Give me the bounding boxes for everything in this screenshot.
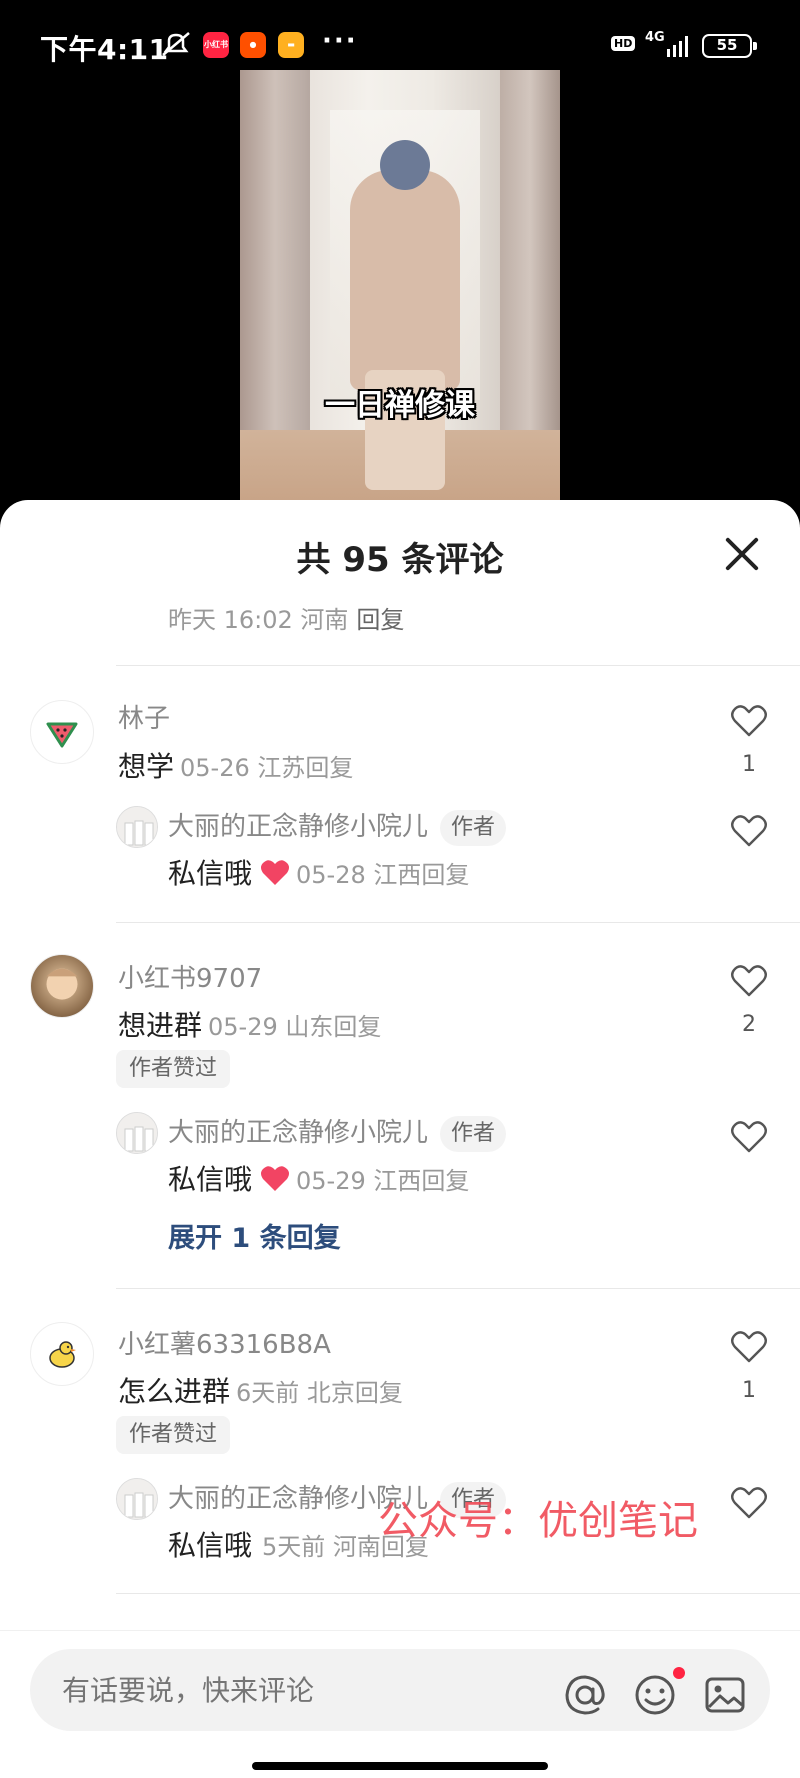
reply-button[interactable]: 回复 xyxy=(421,1167,469,1195)
comment-body: 怎么进群 6天前 北京回复 xyxy=(118,1370,403,1410)
reply-author-name[interactable]: 大丽的正念静修小院儿 xyxy=(168,812,428,842)
red-heart-emoji-icon xyxy=(261,860,290,885)
reply-text: 私信哦 xyxy=(168,1529,253,1562)
reply-button[interactable]: 回复 xyxy=(356,606,404,634)
heart-icon[interactable] xyxy=(730,1330,768,1364)
signal-icon xyxy=(667,36,688,57)
reply-meta: 05-29 江西 xyxy=(296,1167,422,1195)
comment-author[interactable]: 小红书9707 xyxy=(118,958,262,995)
child-photo-avatar xyxy=(46,968,78,1000)
comment-body: 想学 05-26 江苏回复 xyxy=(118,745,353,785)
divider xyxy=(116,922,800,923)
author-avatar-image xyxy=(117,1113,157,1153)
author-liked-badge: 作者赞过 xyxy=(116,1416,231,1454)
reply-meta: 05-28 江西 xyxy=(296,861,422,889)
expand-replies-button[interactable]: 展开 1 条回复 xyxy=(168,1216,341,1255)
comment-meta: 05-26 江苏 xyxy=(180,754,306,782)
like-count: 1 xyxy=(742,752,756,777)
avatar[interactable] xyxy=(116,1112,158,1154)
avatar[interactable] xyxy=(116,806,158,848)
reply-meta: 5天前 河南 xyxy=(262,1533,381,1561)
message-app-icon: ▬ xyxy=(278,32,304,58)
comment-text: 想学 xyxy=(118,750,175,783)
author-tag: 作者 xyxy=(440,1115,507,1152)
reply-author: 大丽的正念静修小院儿 作者 xyxy=(168,806,507,846)
avatar[interactable] xyxy=(30,700,94,764)
author-avatar-image xyxy=(117,807,157,847)
reply-author-name[interactable]: 大丽的正念静修小院儿 xyxy=(168,1118,428,1148)
heart-icon[interactable] xyxy=(730,964,768,998)
reply-button[interactable]: 回复 xyxy=(355,1379,403,1407)
taobao-app-icon: ● xyxy=(240,32,266,58)
home-indicator[interactable] xyxy=(252,1762,548,1770)
comment-body: 想进群 05-29 山东回复 xyxy=(118,1004,381,1044)
comment-meta: 6天前 北京 xyxy=(236,1379,355,1407)
avatar[interactable] xyxy=(30,954,94,1018)
like-count: 1 xyxy=(742,1378,756,1403)
notification-dot xyxy=(673,1667,685,1679)
mention-at-icon[interactable] xyxy=(563,1673,607,1717)
xiaohongshu-app-icon: 小红书 xyxy=(203,32,229,58)
reply-body: 私信哦 05-28 江西回复 xyxy=(168,852,469,892)
duck-icon xyxy=(49,1341,76,1368)
heart-icon[interactable] xyxy=(730,1120,768,1154)
status-time: 下午4:11 xyxy=(40,33,169,66)
reply-author: 大丽的正念静修小院儿 作者 xyxy=(168,1112,507,1152)
heart-icon[interactable] xyxy=(730,1486,768,1520)
author-liked-badge: 作者赞过 xyxy=(116,1050,231,1088)
mute-bell-icon xyxy=(162,32,190,56)
reply-text: 私信哦 xyxy=(168,857,253,890)
reply-button[interactable]: 回复 xyxy=(333,1013,381,1041)
comments-sheet: 共 95 条评论 昨天 16:02 河南 回复 林子 想学 05-26 江苏回复 1 xyxy=(0,500,800,1778)
network-type: 4G xyxy=(645,30,665,45)
comments-title: 共 95 条评论 xyxy=(296,540,504,580)
reply-button[interactable]: 回复 xyxy=(421,861,469,889)
comment-meta: 05-29 山东 xyxy=(208,1013,334,1041)
close-icon[interactable] xyxy=(720,532,764,576)
avatar[interactable] xyxy=(30,1322,94,1386)
comment-author[interactable]: 林子 xyxy=(118,698,170,735)
reply-button[interactable]: 回复 xyxy=(305,754,353,782)
battery-icon: 55 xyxy=(702,34,757,58)
divider xyxy=(116,1288,800,1289)
comment-text: 怎么进群 xyxy=(118,1375,231,1408)
hd-icon: HD xyxy=(611,36,636,51)
image-icon[interactable] xyxy=(703,1673,747,1717)
divider xyxy=(116,1593,800,1594)
comment-author[interactable]: 小红薯63316B8A xyxy=(118,1324,331,1361)
author-tag: 作者 xyxy=(440,809,507,846)
reply-body: 私信哦 05-29 江西回复 xyxy=(168,1158,469,1198)
divider xyxy=(116,665,800,666)
avatar[interactable] xyxy=(116,1478,158,1520)
video-player[interactable]: 一日禅修课 xyxy=(240,70,560,510)
video-person xyxy=(350,170,460,390)
comment-text: 想进群 xyxy=(118,1009,203,1042)
heart-icon[interactable] xyxy=(730,704,768,738)
emoji-icon[interactable] xyxy=(633,1673,677,1717)
heart-icon[interactable] xyxy=(730,814,768,848)
video-person-head xyxy=(380,140,430,190)
previous-comment-meta: 昨天 16:02 河南 回复 xyxy=(168,606,405,634)
red-heart-emoji-icon xyxy=(261,1166,290,1191)
video-caption: 一日禅修课 xyxy=(325,388,475,423)
reply-text: 私信哦 xyxy=(168,1163,253,1196)
comment-input-bar xyxy=(0,1630,800,1778)
more-notifications-icon: ··· xyxy=(322,26,358,56)
watermark: 公众号：优创笔记 xyxy=(378,1498,698,1544)
watermelon-icon xyxy=(46,722,78,748)
author-avatar-image xyxy=(117,1479,157,1519)
like-count: 2 xyxy=(742,1012,756,1037)
